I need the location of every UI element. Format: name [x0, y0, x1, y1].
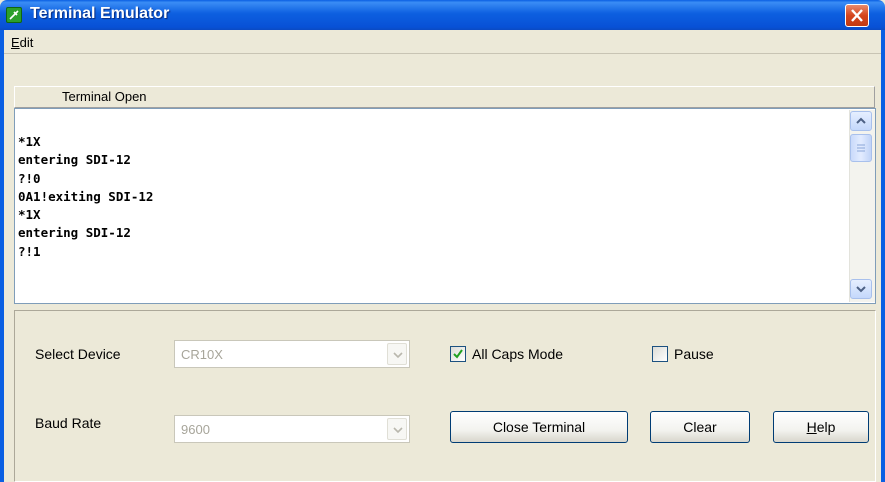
baud-rate-value: 9600	[181, 422, 210, 437]
chevron-down-icon	[856, 286, 866, 293]
help-button[interactable]: Help	[773, 411, 869, 443]
clear-button[interactable]: Clear	[650, 411, 750, 443]
title-bar[interactable]: Terminal Emulator	[0, 0, 885, 30]
select-device-combo[interactable]: CR10X	[174, 340, 410, 368]
scroll-down-button[interactable]	[850, 279, 872, 299]
window-title: Terminal Emulator	[30, 5, 170, 22]
help-label: elp	[816, 419, 836, 435]
select-device-label: Select Device	[35, 346, 121, 362]
chevron-up-icon	[856, 117, 866, 124]
baud-rate-dropdown-button[interactable]	[387, 418, 407, 440]
menu-item-edit[interactable]: Edit	[11, 35, 33, 50]
window-frame-right	[881, 30, 885, 482]
chevron-down-icon	[393, 352, 403, 359]
terminal-line: entering SDI-12	[18, 225, 131, 241]
menu-bar: Edit	[4, 30, 881, 54]
terminal-line: 0A1!exiting SDI-12	[18, 188, 154, 204]
terminal-emulator-window: Terminal Emulator Edit Terminal Open *1X…	[0, 0, 885, 482]
pause-label[interactable]: Pause	[674, 346, 714, 362]
pause-checkbox[interactable]	[652, 346, 668, 362]
grip-icon	[857, 144, 865, 152]
help-mnemonic: H	[806, 419, 817, 435]
terminal-line: ?!1	[18, 243, 41, 259]
terminal-line: ?!0	[18, 170, 41, 186]
baud-rate-label: Baud Rate	[35, 415, 102, 431]
terminal-line: entering SDI-12	[18, 152, 131, 168]
scroll-thumb[interactable]	[850, 134, 872, 162]
close-icon	[851, 9, 863, 22]
terminal-line: *1X	[18, 207, 41, 223]
app-icon	[6, 7, 22, 23]
select-device-dropdown-button[interactable]	[387, 343, 407, 365]
select-device-value: CR10X	[181, 347, 223, 362]
close-window-button[interactable]	[845, 4, 869, 27]
checkmark-icon	[453, 349, 463, 359]
all-caps-checkbox[interactable]	[450, 346, 466, 362]
all-caps-label[interactable]: All Caps Mode	[472, 346, 563, 362]
menu-item-edit-label: dit	[19, 35, 34, 50]
terminal-lines: *1X entering SDI-12 ?!0 0A1!exiting SDI-…	[18, 133, 153, 261]
chevron-down-icon	[393, 427, 403, 434]
status-text: Terminal Open	[62, 89, 147, 104]
scroll-up-button[interactable]	[850, 111, 872, 131]
menu-item-edit-mnemonic: E	[11, 35, 20, 50]
terminal-line: *1X	[18, 134, 41, 149]
close-terminal-button[interactable]: Close Terminal	[450, 411, 628, 443]
baud-rate-combo[interactable]: 9600	[174, 415, 410, 443]
controls-panel	[14, 310, 876, 482]
window-frame-left	[0, 30, 4, 482]
